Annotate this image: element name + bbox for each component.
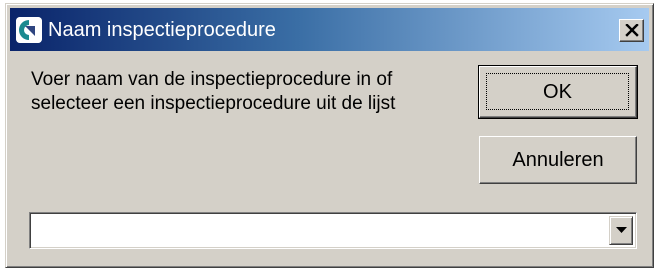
instruction-line-1: Voer naam van de inspectieprocedure in o… — [31, 69, 393, 90]
window-title: Naam inspectieprocedure — [48, 19, 276, 41]
app-logo-icon — [16, 17, 42, 43]
procedure-combobox[interactable] — [29, 212, 637, 249]
title-bar[interactable]: Naam inspectieprocedure — [10, 8, 649, 51]
ok-button[interactable]: OK — [478, 65, 638, 119]
combobox-dropdown-button[interactable] — [609, 216, 633, 245]
instruction-line-2: selecteer een inspectieprocedure uit de … — [31, 93, 396, 114]
chevron-down-icon — [616, 227, 627, 233]
dialog-window: Naam inspectieprocedure Voer naam van de… — [5, 3, 654, 268]
instruction-text: Voer naam van de inspectieprocedure in o… — [31, 68, 471, 116]
cancel-button[interactable]: Annuleren — [479, 136, 637, 184]
ok-button-label: OK — [486, 73, 629, 110]
procedure-name-input[interactable] — [34, 217, 612, 244]
close-button[interactable] — [619, 19, 644, 42]
close-icon — [625, 24, 639, 37]
